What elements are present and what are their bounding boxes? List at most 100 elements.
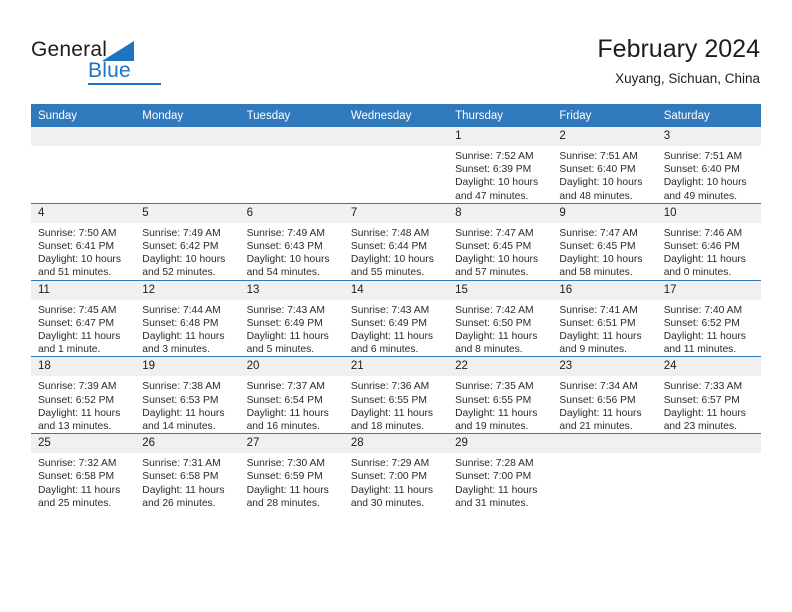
sunset-text: Sunset: 6:39 PM bbox=[455, 164, 532, 176]
sunrise-text: Sunrise: 7:40 AM bbox=[663, 304, 743, 316]
calendar-day-cell[interactable]: 29 Sunrise: 7:28 AM Sunset: 7:00 PM Dayligh… bbox=[448, 433, 553, 511]
calendar-day-cell[interactable]: 19 Sunrise: 7:38 AM Sunset: 6:53 PM Dayligh… bbox=[135, 356, 240, 434]
calendar-day-cell[interactable]: 5 Sunrise: 7:49 AM Sunset: 6:42 PM Daylight… bbox=[135, 202, 240, 281]
calendar-day-cell[interactable]: 14 Sunrise: 7:43 AM Sunset: 6:49 PM Dayligh… bbox=[343, 279, 449, 357]
sunrise-text: Sunrise: 7:47 AM bbox=[455, 227, 534, 239]
calendar-body: 1 Sunrise: 7:52 AM Sunset: 6:39 PM Daylight… bbox=[31, 127, 761, 511]
calendar-day-cell[interactable]: 28 Sunrise: 7:29 AM Sunset: 7:00 PM Dayligh… bbox=[343, 433, 449, 511]
day-number bbox=[31, 127, 136, 146]
day-number: 20 bbox=[239, 357, 344, 377]
daylight-text: Daylight: 11 hours and 1 minute. bbox=[38, 331, 121, 356]
day-number: 24 bbox=[656, 357, 761, 377]
sunrise-text: Sunrise: 7:51 AM bbox=[559, 151, 638, 162]
calendar-day-cell[interactable]: 4 Sunrise: 7:50 AM Sunset: 6:41 PM Daylight… bbox=[31, 202, 136, 281]
sunrise-text: Sunrise: 7:50 AM bbox=[38, 227, 117, 239]
sunrise-text: Sunrise: 7:48 AM bbox=[350, 227, 430, 239]
sunrise-text: Sunrise: 7:32 AM bbox=[38, 458, 117, 470]
day-number bbox=[343, 127, 449, 146]
calendar-day-cell[interactable]: 26 Sunrise: 7:31 AM Sunset: 6:58 PM Dayligh… bbox=[135, 433, 240, 511]
calendar-day-cell[interactable]: 18 Sunrise: 7:39 AM Sunset: 6:52 PM Dayligh… bbox=[31, 356, 136, 434]
sunrise-text: Sunrise: 7:41 AM bbox=[559, 304, 638, 316]
day-details: Sunrise: 7:32 AM Sunset: 6:58 PM Daylight:… bbox=[31, 453, 135, 510]
day-number bbox=[135, 127, 240, 146]
daylight-text: Daylight: 11 hours and 28 minutes. bbox=[246, 484, 329, 509]
calendar-day-cell[interactable]: 11 Sunrise: 7:45 AM Sunset: 6:47 PM Dayligh… bbox=[31, 279, 136, 357]
calendar-day-cell[interactable]: 16 Sunrise: 7:41 AM Sunset: 6:51 PM Dayligh… bbox=[552, 279, 657, 357]
day-details: Sunrise: 7:51 AM Sunset: 6:40 PM Daylight:… bbox=[657, 146, 761, 203]
day-details: Sunrise: 7:46 AM Sunset: 6:46 PM Daylight:… bbox=[657, 223, 761, 280]
daylight-text: Daylight: 10 hours and 48 minutes. bbox=[559, 177, 643, 202]
calendar-day-cell[interactable]: 24 Sunrise: 7:33 AM Sunset: 6:57 PM Dayligh… bbox=[656, 356, 761, 434]
calendar-day-cell[interactable]: 15 Sunrise: 7:42 AM Sunset: 6:50 PM Dayligh… bbox=[448, 279, 553, 357]
weekday-header-tuesday: Tuesday bbox=[239, 104, 344, 127]
sunrise-text: Sunrise: 7:49 AM bbox=[246, 227, 325, 239]
day-details: Sunrise: 7:45 AM Sunset: 6:47 PM Daylight:… bbox=[31, 300, 135, 357]
calendar-day-cell[interactable]: 20 Sunrise: 7:37 AM Sunset: 6:54 PM Dayligh… bbox=[239, 356, 344, 434]
calendar-day-cell[interactable]: 6 Sunrise: 7:49 AM Sunset: 6:43 PM Daylight… bbox=[239, 202, 344, 281]
day-number: 21 bbox=[343, 357, 449, 377]
sunset-text: Sunset: 6:46 PM bbox=[663, 241, 740, 253]
day-number: 1 bbox=[448, 127, 553, 146]
calendar-day-cell[interactable]: 10 Sunrise: 7:46 AM Sunset: 6:46 PM Dayligh… bbox=[656, 202, 761, 281]
calendar-day-cell[interactable]: 8 Sunrise: 7:47 AM Sunset: 6:45 PM Daylight… bbox=[448, 202, 553, 281]
sunrise-text: Sunrise: 7:43 AM bbox=[246, 304, 325, 316]
sunset-text: Sunset: 6:44 PM bbox=[350, 241, 427, 253]
day-details: Sunrise: 7:44 AM Sunset: 6:48 PM Daylight:… bbox=[135, 300, 239, 357]
weekday-header-saturday: Saturday bbox=[656, 104, 761, 127]
calendar-day-cell[interactable]: 12 Sunrise: 7:44 AM Sunset: 6:48 PM Dayligh… bbox=[135, 279, 240, 357]
daylight-text: Daylight: 11 hours and 13 minutes. bbox=[38, 407, 121, 433]
calendar-header-row: Sunday Monday Tuesday Wednesday Thursday… bbox=[31, 104, 761, 127]
calendar-day-cell-empty bbox=[656, 433, 761, 511]
sunset-text: Sunset: 6:53 PM bbox=[142, 394, 219, 406]
day-details: Sunrise: 7:28 AM Sunset: 7:00 PM Daylight:… bbox=[448, 453, 552, 510]
general-blue-logo[interactable]: General Blue bbox=[31, 38, 161, 86]
sunset-text: Sunset: 7:00 PM bbox=[350, 471, 427, 483]
day-number: 23 bbox=[552, 357, 657, 377]
day-number: 22 bbox=[448, 357, 553, 377]
calendar-day-cell[interactable]: 21 Sunrise: 7:36 AM Sunset: 6:55 PM Dayligh… bbox=[343, 356, 449, 434]
day-details: Sunrise: 7:47 AM Sunset: 6:45 PM Daylight:… bbox=[448, 223, 552, 280]
calendar-day-cell-empty bbox=[135, 127, 240, 203]
day-details: Sunrise: 7:52 AM Sunset: 6:39 PM Daylight:… bbox=[448, 146, 552, 203]
calendar-day-cell[interactable]: 22 Sunrise: 7:35 AM Sunset: 6:55 PM Dayligh… bbox=[448, 356, 553, 434]
weekday-header-wednesday: Wednesday bbox=[343, 104, 449, 127]
daylight-text: Daylight: 11 hours and 19 minutes. bbox=[455, 407, 538, 433]
calendar-day-cell[interactable]: 2 Sunrise: 7:51 AM Sunset: 6:40 PM Daylight… bbox=[552, 127, 657, 203]
day-details: Sunrise: 7:43 AM Sunset: 6:49 PM Daylight:… bbox=[344, 300, 448, 357]
sunset-text: Sunset: 6:42 PM bbox=[142, 241, 219, 253]
calendar-day-cell[interactable]: 9 Sunrise: 7:47 AM Sunset: 6:45 PM Daylight… bbox=[552, 202, 657, 281]
calendar-day-cell[interactable]: 27 Sunrise: 7:30 AM Sunset: 6:59 PM Dayligh… bbox=[239, 433, 344, 511]
day-number: 27 bbox=[239, 434, 344, 454]
sunset-text: Sunset: 6:51 PM bbox=[559, 317, 636, 329]
day-number bbox=[239, 127, 344, 146]
calendar-day-cell[interactable]: 25 Sunrise: 7:32 AM Sunset: 6:58 PM Dayligh… bbox=[31, 433, 136, 511]
day-details: Sunrise: 7:42 AM Sunset: 6:50 PM Daylight:… bbox=[448, 300, 552, 357]
calendar-day-cell[interactable]: 17 Sunrise: 7:40 AM Sunset: 6:52 PM Dayligh… bbox=[656, 279, 761, 357]
calendar-day-cell[interactable]: 23 Sunrise: 7:34 AM Sunset: 6:56 PM Dayligh… bbox=[552, 356, 657, 434]
day-details: Sunrise: 7:30 AM Sunset: 6:59 PM Daylight:… bbox=[240, 453, 344, 510]
calendar-day-cell[interactable]: 1 Sunrise: 7:52 AM Sunset: 6:39 PM Daylight… bbox=[448, 127, 553, 203]
sunset-text: Sunset: 6:49 PM bbox=[350, 317, 427, 329]
daylight-text: Daylight: 11 hours and 16 minutes. bbox=[246, 407, 329, 433]
weekday-header-friday: Friday bbox=[552, 104, 657, 127]
calendar-day-cell[interactable]: 3 Sunrise: 7:51 AM Sunset: 6:40 PM Daylight… bbox=[656, 127, 761, 203]
calendar-week-row: 1 Sunrise: 7:52 AM Sunset: 6:39 PM Daylight… bbox=[31, 127, 761, 203]
calendar-day-cell-empty bbox=[239, 127, 344, 203]
sunrise-text: Sunrise: 7:37 AM bbox=[246, 381, 325, 393]
sunset-text: Sunset: 6:57 PM bbox=[663, 394, 740, 406]
sunrise-text: Sunrise: 7:33 AM bbox=[663, 381, 743, 393]
calendar-day-cell[interactable]: 7 Sunrise: 7:48 AM Sunset: 6:44 PM Daylight… bbox=[343, 202, 449, 281]
day-details: Sunrise: 7:47 AM Sunset: 6:45 PM Daylight:… bbox=[552, 223, 656, 280]
day-number bbox=[552, 434, 657, 454]
sunset-text: Sunset: 6:59 PM bbox=[246, 471, 323, 483]
daylight-text: Daylight: 11 hours and 5 minutes. bbox=[246, 331, 329, 356]
sunset-text: Sunset: 6:47 PM bbox=[38, 317, 115, 329]
daylight-text: Daylight: 11 hours and 18 minutes. bbox=[350, 407, 434, 433]
sunset-text: Sunset: 6:55 PM bbox=[350, 394, 427, 406]
calendar-day-cell-empty bbox=[343, 127, 449, 203]
sunset-text: Sunset: 6:49 PM bbox=[246, 317, 323, 329]
calendar-week-row: 18 Sunrise: 7:39 AM Sunset: 6:52 PM Dayligh… bbox=[31, 356, 761, 434]
day-details: Sunrise: 7:49 AM Sunset: 6:42 PM Daylight:… bbox=[135, 223, 239, 280]
logo-underline bbox=[88, 83, 161, 85]
calendar-day-cell[interactable]: 13 Sunrise: 7:43 AM Sunset: 6:49 PM Dayligh… bbox=[239, 279, 344, 357]
